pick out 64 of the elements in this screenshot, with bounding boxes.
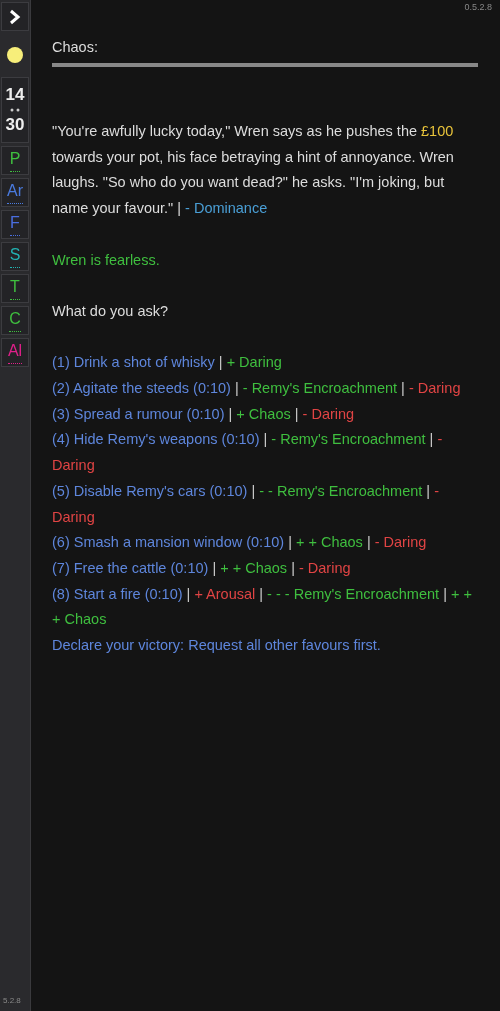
effect-text: - Daring (374, 534, 427, 551)
separator-text: | (212, 559, 217, 576)
separator-text: | (218, 354, 223, 371)
stat-button[interactable]: P (1, 146, 29, 175)
stat-button[interactable]: S (1, 242, 29, 271)
effect-text: + + (450, 585, 472, 602)
stat-button[interactable]: F (1, 210, 29, 239)
option-link[interactable]: (3) Spread a rumour (0:10) (52, 405, 225, 422)
separator-text: | (259, 585, 264, 602)
effect-text: - Remy's Encroachment (271, 431, 426, 448)
separator-text: | (443, 585, 447, 602)
option-link[interactable]: (1) Drink a shot of whisky (52, 354, 215, 371)
stat-link[interactable]: - Dominance (185, 200, 268, 217)
separator-text: | (366, 534, 371, 551)
effect-text: + Chaos (52, 611, 107, 628)
trait-text: Wren is fearless. (52, 250, 161, 270)
effect-text: + Daring (226, 354, 282, 371)
separator-text: | (234, 380, 239, 396)
chevron-right-icon (8, 8, 22, 25)
effect-text: + + Chaos (295, 534, 363, 551)
option-link[interactable]: (5) Disable Remy's cars (0:10) (52, 482, 248, 499)
option-link[interactable]: (8) Start a fire (0:10) (52, 585, 183, 602)
option-link[interactable]: (4) Hide Remy's weapons (0:10) (52, 431, 260, 448)
separator-text: | (251, 482, 256, 499)
option-link[interactable]: (6) Smash a mansion window (0:10) (52, 534, 285, 551)
separator-text: | (288, 534, 292, 551)
separator-text: | (294, 405, 299, 422)
separator-text: | (429, 431, 434, 448)
separator-text: | (426, 482, 431, 499)
effect-text: Daring (52, 508, 95, 525)
effect-text: - Remy's Encroachment (242, 380, 398, 396)
effect-text: + Chaos (236, 405, 291, 422)
separator-text: | (263, 431, 268, 448)
separator-text: | (228, 405, 233, 422)
effect-text: Daring (52, 457, 95, 474)
effect-text: - Daring (408, 380, 461, 396)
section-heading: Chaos: (52, 38, 99, 57)
version-label: 5.2.8 (3, 996, 21, 1005)
sun-icon (7, 47, 23, 63)
option-link[interactable]: (7) Free the cattle (0:10) (52, 559, 209, 576)
separator-text: | (291, 559, 295, 576)
sidebar-toggle-button[interactable] (1, 2, 29, 31)
version-label: 0.5.2.8 (464, 2, 492, 13)
separator-text: | (401, 380, 405, 396)
clock-minutes: 30 (5, 115, 25, 135)
story-text: "You're awfully lucky today," Wren says as he pushes the £100 towards your pot, his face betraying a hint of annoyance. Wren laughs. "So who do you want dead?" he asks. "I'm joking, but name your favour." | - Dominance (52, 122, 455, 219)
colon-dots-icon (10, 108, 20, 112)
effect-text: + Arousal (194, 585, 256, 602)
effect-text: - Daring (298, 559, 351, 576)
option-link[interactable]: Declare your victory: Request all other favours first. (52, 637, 381, 653)
effect-text: - - Remy's Encroachment (259, 482, 423, 499)
question-text: What do you ask? (52, 301, 170, 321)
stat-button[interactable]: T (1, 274, 29, 303)
effect-text: - - - Remy's Encroachment (267, 585, 440, 602)
stat-button[interactable]: Al (1, 338, 29, 367)
clock-hours: 14 (5, 85, 25, 105)
effect-text: - Daring (302, 405, 355, 422)
stat-button[interactable]: Ar (1, 178, 29, 207)
option-link[interactable]: (2) Agitate the steeds (0:10) (52, 380, 231, 396)
effect-text: + + Chaos (220, 559, 288, 576)
separator-text: | (186, 585, 191, 602)
stat-button[interactable]: C (1, 306, 29, 335)
effect-text: - (437, 431, 443, 448)
effect-text: - (434, 482, 439, 499)
